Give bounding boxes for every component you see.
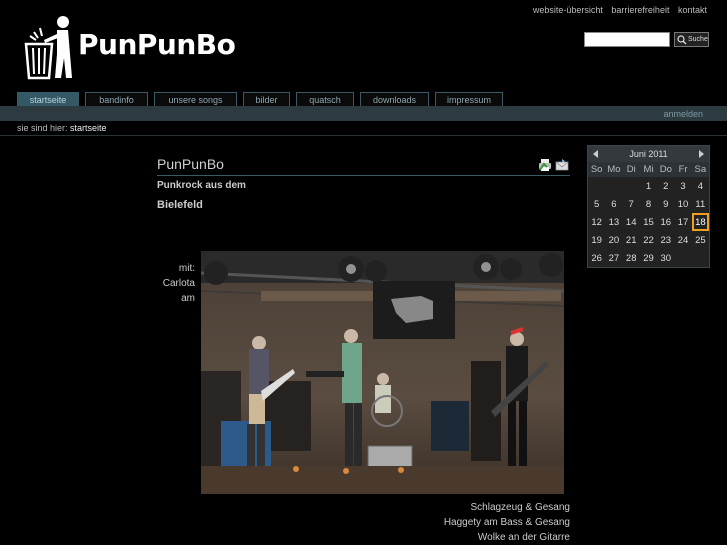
caption-line: Carlota	[162, 278, 195, 289]
calendar-day[interactable]: 13	[605, 213, 622, 231]
calendar-day	[605, 177, 622, 195]
calendar-weekday: Fr	[674, 162, 692, 177]
calendar-day[interactable]: 16	[657, 213, 674, 231]
calendar-day	[623, 177, 640, 195]
link-contact[interactable]: kontakt	[678, 5, 707, 15]
calendar-day[interactable]: 17	[674, 213, 691, 231]
tab-impressum[interactable]: impressum	[435, 92, 503, 106]
calendar-day[interactable]: 2	[657, 177, 674, 195]
nav-bar	[0, 106, 727, 121]
site-logo[interactable]: PunPunBo	[24, 14, 244, 80]
calendar-day[interactable]: 6	[605, 195, 622, 213]
calendar-day[interactable]: 30	[657, 249, 674, 267]
calendar-day[interactable]: 12	[588, 213, 605, 231]
caption-line: Wolke an der Gitarre	[477, 532, 570, 543]
calendar-day[interactable]: 5	[588, 195, 605, 213]
link-site-overview[interactable]: website-übersicht	[533, 5, 603, 15]
calendar-day[interactable]: 14	[623, 213, 640, 231]
login-link[interactable]: anmelden	[663, 109, 703, 119]
search-button[interactable]: Suche	[674, 32, 709, 47]
calendar-grid: So Mo Di Mi Do Fr Sa 1 2 3 4 5 6 7 8 9 10 11 12 13 14 15 16 17 1…	[588, 162, 709, 267]
link-accessibility[interactable]: barrierefreiheit	[611, 5, 669, 15]
calendar-weekday: Mo	[605, 162, 623, 177]
calendar-weekday: Di	[622, 162, 640, 177]
print-icon[interactable]	[538, 158, 552, 172]
calendar-day[interactable]: 29	[640, 249, 657, 267]
subtitle-line-1: Punkrock aus dem	[157, 180, 246, 191]
calendar-day[interactable]: 8	[640, 195, 657, 213]
calendar-day[interactable]: 4	[692, 177, 709, 195]
page-title: PunPunBo	[157, 156, 224, 172]
calendar-widget: Juni 2011 So Mo Di Mi Do Fr Sa 1 2 3 4 5 6 7 8 9 10 11 12 1…	[587, 145, 710, 268]
calendar-day[interactable]: 7	[623, 195, 640, 213]
divider	[0, 135, 727, 136]
top-links: website-übersicht barrierefreiheit konta…	[527, 5, 707, 15]
calendar-month-label: Juni 2011	[629, 149, 668, 159]
next-month-icon[interactable]	[699, 150, 704, 158]
calendar-day[interactable]: 1	[640, 177, 657, 195]
calendar-day	[692, 249, 709, 267]
calendar-day[interactable]: 11	[692, 195, 709, 213]
calendar-day[interactable]: 10	[674, 195, 691, 213]
caption-line: Haggety am Bass & Gesang	[443, 517, 570, 528]
tab-quatsch[interactable]: quatsch	[296, 92, 354, 106]
calendar-day[interactable]: 21	[623, 231, 640, 249]
breadcrumb-current[interactable]: startseite	[70, 123, 107, 133]
calendar-day	[674, 249, 691, 267]
email-icon[interactable]	[555, 158, 569, 172]
calendar-day[interactable]: 3	[674, 177, 691, 195]
logo-text: PunPunBo	[78, 28, 236, 61]
calendar-day[interactable]: 28	[623, 249, 640, 267]
subtitle-line-2: Bielefeld	[157, 199, 203, 211]
caption-left: mit: Carlota am	[150, 261, 195, 306]
title-underline	[157, 175, 570, 176]
previous-month-icon[interactable]	[593, 150, 598, 158]
calendar-day[interactable]: 22	[640, 231, 657, 249]
caption-line: mit:	[178, 263, 195, 274]
calendar-day[interactable]: 26	[588, 249, 605, 267]
search-icon	[677, 34, 687, 44]
caption-bottom: Schlagzeug & Gesang Haggety am Bass & Ge…	[400, 500, 570, 545]
band-photo	[201, 251, 564, 494]
calendar-weekday: Mi	[639, 162, 658, 177]
calendar-day[interactable]: 23	[657, 231, 674, 249]
tab-unsere-songs[interactable]: unsere songs	[154, 92, 237, 106]
calendar-day[interactable]: 15	[640, 213, 657, 231]
calendar-day[interactable]: 24	[674, 231, 691, 249]
trash-figure-icon	[24, 16, 72, 80]
calendar-day	[588, 177, 605, 195]
tab-startseite[interactable]: startseite	[17, 92, 79, 106]
calendar-weekday: So	[588, 162, 606, 177]
search-input[interactable]	[584, 32, 670, 47]
calendar-weekday: Do	[657, 162, 675, 177]
calendar-day[interactable]: 20	[605, 231, 622, 249]
search-button-label: Suche	[688, 36, 708, 43]
caption-line: am	[181, 293, 195, 304]
tab-bilder[interactable]: bilder	[243, 92, 290, 106]
tab-bandinfo[interactable]: bandinfo	[85, 92, 148, 106]
caption-line: Schlagzeug & Gesang	[470, 502, 570, 513]
main-nav: startseite bandinfo unsere songs bilder …	[17, 92, 509, 106]
breadcrumb: sie sind hier: startseite	[17, 123, 107, 133]
breadcrumb-prefix: sie sind hier:	[17, 123, 68, 133]
calendar-weekday: Sa	[691, 162, 709, 177]
calendar-day[interactable]: 25	[692, 231, 709, 249]
calendar-day[interactable]: 27	[605, 249, 622, 267]
calendar-day[interactable]: 19	[588, 231, 605, 249]
tab-downloads[interactable]: downloads	[360, 92, 429, 106]
calendar-day-today[interactable]: 18	[691, 213, 709, 231]
calendar-day[interactable]: 9	[657, 195, 674, 213]
calendar-header: Juni 2011	[588, 146, 709, 162]
